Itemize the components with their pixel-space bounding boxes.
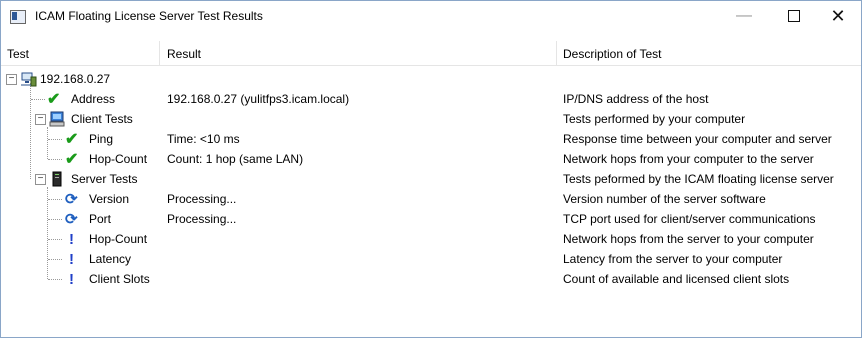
refresh-icon: ⟳ [65, 211, 78, 228]
description-text: Response time between your computer and … [563, 132, 832, 146]
tree-label: Client Slots [89, 272, 150, 286]
column-header-result[interactable]: Result [167, 47, 201, 61]
window-title: ICAM Floating License Server Test Result… [35, 9, 263, 23]
tree-row-client-tests[interactable]: − Client Tests Tests performed by your c… [1, 109, 861, 129]
tree-label: Ping [89, 132, 114, 146]
tree-connector [48, 139, 62, 140]
tree-row-address[interactable]: ✔ Address 192.168.0.27 (yulitfps3.icam.l… [1, 89, 861, 109]
collapse-icon[interactable]: − [6, 74, 17, 85]
server-icon [52, 171, 62, 187]
check-icon: ✔ [47, 91, 61, 108]
description-text: Version number of the server software [563, 192, 766, 206]
collapse-icon[interactable]: − [35, 174, 46, 185]
exclamation-icon: ! [69, 271, 74, 288]
tree-row-client-hop-count[interactable]: ✔ Hop-Count Count: 1 hop (same LAN) Netw… [1, 149, 861, 169]
results-window: ICAM Floating License Server Test Result… [0, 0, 862, 338]
column-divider[interactable] [159, 41, 160, 65]
description-text: TCP port used for client/server communic… [563, 212, 816, 226]
result-value: Count: 1 hop (same LAN) [167, 152, 304, 166]
tree-label: 192.168.0.27 [40, 72, 111, 86]
exclamation-icon: ! [69, 231, 74, 248]
tree-connector [48, 239, 62, 240]
tree-label: Address [71, 92, 116, 106]
minimize-button[interactable]: — [721, 1, 767, 31]
tree-row-server-hop-count[interactable]: ! Hop-Count Network hops from the server… [1, 229, 861, 249]
tree-connector [48, 219, 62, 220]
close-button[interactable]: ✕ [815, 1, 861, 31]
description-text: Tests peformed by the ICAM floating lice… [563, 172, 834, 186]
tree-row-server-tests[interactable]: − Server Tests Tests peformed by the ICA… [1, 169, 861, 189]
description-text: IP/DNS address of the host [563, 92, 709, 106]
tree-label: Version [89, 192, 130, 206]
computer-icon [49, 111, 65, 127]
check-icon: ✔ [65, 151, 79, 168]
title-bar[interactable]: ICAM Floating License Server Test Result… [1, 1, 861, 31]
collapse-icon[interactable]: − [35, 114, 46, 125]
result-value: Time: <10 ms [167, 132, 240, 146]
tree-connector [48, 279, 62, 280]
maximize-icon [788, 9, 800, 22]
check-icon: ✔ [65, 131, 79, 148]
refresh-icon: ⟳ [65, 191, 78, 208]
tree-label: Client Tests [71, 112, 133, 126]
tree-row-host[interactable]: − 192.168.0.27 [1, 69, 861, 89]
tree-row-version[interactable]: ⟳ Version Processing... Version number o… [1, 189, 861, 209]
tree-row-port[interactable]: ⟳ Port Processing... TCP port used for c… [1, 209, 861, 229]
tree-connector [48, 199, 62, 200]
tree-label: Server Tests [71, 172, 138, 186]
description-text: Count of available and licensed client s… [563, 272, 790, 286]
app-icon [10, 10, 26, 24]
exclamation-icon: ! [69, 251, 74, 268]
tree-row-client-slots[interactable]: ! Client Slots Count of available and li… [1, 269, 861, 289]
description-text: Latency from the server to your computer [563, 252, 783, 266]
description-text: Network hops from the server to your com… [563, 232, 814, 246]
network-host-icon [21, 72, 37, 87]
maximize-button[interactable] [771, 1, 817, 31]
result-value: Processing... [167, 192, 237, 206]
tree-connector [31, 99, 45, 100]
column-header-test[interactable]: Test [7, 47, 29, 61]
tree-row-ping[interactable]: ✔ Ping Time: <10 ms Response time betwee… [1, 129, 861, 149]
description-text: Network hops from your computer to the s… [563, 152, 814, 166]
tree-connector [48, 259, 62, 260]
tree-row-latency[interactable]: ! Latency Latency from the server to you… [1, 249, 861, 269]
column-header-description[interactable]: Description of Test [563, 47, 662, 61]
column-divider[interactable] [556, 41, 557, 65]
column-header-row: Test Result Description of Test [1, 41, 861, 66]
tree-label: Port [89, 212, 112, 226]
tree-label: Hop-Count [89, 232, 148, 246]
tree-label: Latency [89, 252, 132, 266]
description-text: Tests performed by your computer [563, 112, 746, 126]
tree-connector [48, 159, 62, 160]
tree-label: Hop-Count [89, 152, 148, 166]
result-value: Processing... [167, 212, 237, 226]
result-value: 192.168.0.27 (yulitfps3.icam.local) [167, 92, 350, 106]
